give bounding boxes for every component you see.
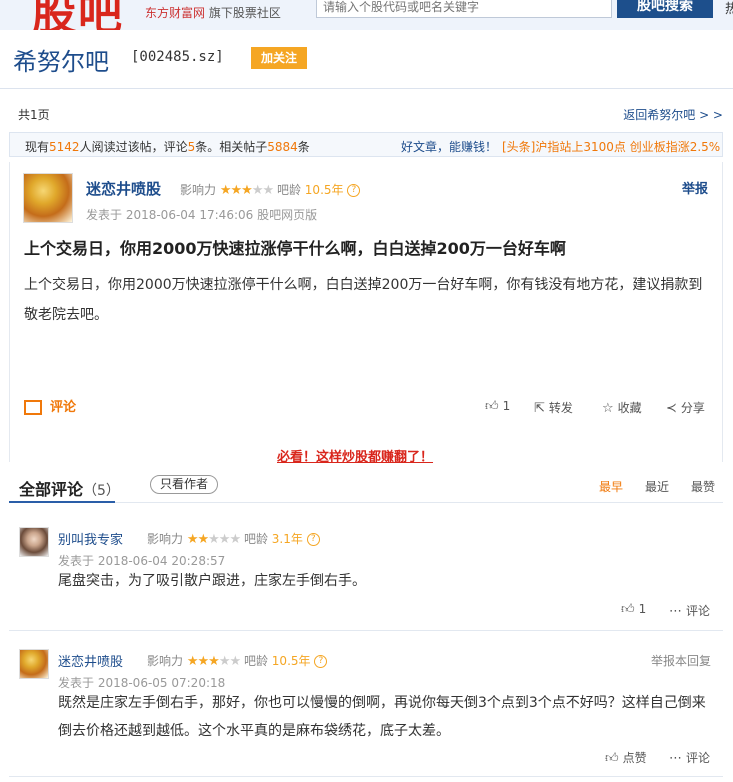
comment-author[interactable]: 别叫我专家: [58, 529, 123, 548]
comment-reply-button[interactable]: ⋯ 评论: [669, 749, 710, 766]
sort-earliest[interactable]: 最早: [599, 478, 623, 495]
age-label: 吧龄: [243, 532, 268, 546]
brand-sub: 旗下股票社区: [208, 6, 281, 20]
comments-tab-underline: [9, 501, 115, 503]
stock-code: [002485.sz]: [131, 49, 224, 65]
help-icon[interactable]: ?: [347, 184, 361, 197]
chat-icon: ⋯: [669, 751, 682, 766]
thumbs-up-icon: 👍︎: [605, 751, 619, 766]
influence-stars: ★★★★★: [219, 183, 274, 198]
headline-link[interactable]: [头条]沪指站上3100点 创业板指涨2.5%: [502, 138, 720, 155]
chat-icon: ⋯: [669, 604, 682, 619]
comment-text: 既然是庄家左手倒右手，那好，你也可以慢慢的倒啊，再说你每天倒3个点到3个点不好吗…: [58, 695, 706, 739]
favorite-label: 收藏: [617, 401, 642, 415]
top-bar: 股吧 东方财富网 旗下股票社区 股吧搜索 热: [0, 0, 733, 30]
age-label: 吧龄: [243, 654, 268, 668]
influence-label: 影响力: [147, 532, 184, 546]
search-button[interactable]: 股吧搜索: [617, 0, 713, 18]
comments-divider: [9, 502, 723, 503]
good-article-link[interactable]: 好文章，能赚钱！: [401, 138, 497, 155]
comment-reply-label: 评论: [686, 604, 711, 618]
comment-like-button[interactable]: 👍︎ 1: [621, 602, 646, 617]
stats-prefix: 现有: [25, 140, 50, 154]
promo-link[interactable]: 必看！这样炒股都赚翻了！: [277, 446, 433, 465]
report-link[interactable]: 举报: [682, 178, 708, 197]
comment-author[interactable]: 迷恋井喷股: [58, 651, 123, 670]
bar-age: 10.5年: [304, 183, 344, 197]
share-icon: ≺: [666, 401, 677, 416]
bar-age: 10.5年: [271, 654, 311, 668]
favorite-button[interactable]: ☆ 收藏: [602, 399, 642, 416]
search-input[interactable]: [316, 0, 612, 18]
post-author-stats: 影响力 ★★★★★ 吧龄 10.5年 ?: [180, 181, 361, 198]
related-count: 5884: [267, 140, 298, 154]
thumbs-up-icon: 👍︎: [621, 602, 635, 617]
brand-main[interactable]: 东方财富网: [145, 6, 205, 20]
only-author-button[interactable]: 只看作者: [150, 475, 218, 494]
header-divider: [0, 88, 733, 89]
post-title: 上个交易日，你用2000万快速拉涨停干什么啊，白白送掉200万一台好车啊: [24, 239, 566, 258]
post-author-line: 迷恋井喷股: [86, 178, 161, 199]
post-time: 发表于 2018-06-04 17:46:06 股吧网页版: [86, 208, 318, 222]
stats-mid1: 人阅读过该帖，评论: [79, 140, 188, 154]
forward-button[interactable]: ⇱ 转发: [534, 399, 573, 416]
follow-button[interactable]: 加关注: [251, 47, 307, 69]
sort-latest[interactable]: 最近: [645, 478, 669, 495]
post-author[interactable]: 迷恋井喷股: [86, 180, 161, 198]
stats-suffix: 条: [297, 140, 310, 154]
bar-age: 3.1年: [271, 532, 303, 546]
comment-label: 评论: [50, 400, 77, 415]
author-avatar[interactable]: [23, 173, 73, 223]
influence-stars: ★★★★★: [186, 654, 241, 669]
like-button[interactable]: 👍︎ 1: [485, 399, 510, 414]
comment-text: 尾盘突击，为了吸引散户跟进，庄家左手倒右手。: [58, 573, 366, 589]
stats-bar: 现有5142人阅读过该帖，评论5条。相关帖子5884条 好文章，能赚钱！ [头条…: [9, 132, 723, 157]
influence-stars: ★★★★★: [186, 532, 241, 547]
age-label: 吧龄: [276, 183, 301, 197]
all-comments-title: 全部评论（5）: [19, 476, 120, 500]
page-count: 共1页: [18, 108, 50, 122]
top-right-link[interactable]: 热: [725, 0, 733, 17]
forward-label: 转发: [548, 401, 573, 415]
share-label: 分享: [680, 401, 705, 415]
comment-divider: [9, 630, 723, 631]
like-count: 1: [502, 399, 511, 413]
comment-like-label: 点赞: [622, 751, 647, 765]
comment-reply-button[interactable]: ⋯ 评论: [669, 602, 710, 619]
comment-author-stats: 影响力 ★★★★★ 吧龄 3.1年 ?: [147, 530, 320, 547]
help-icon[interactable]: ?: [314, 655, 328, 668]
bar-name[interactable]: 希努尔吧: [13, 42, 109, 77]
comment-avatar[interactable]: [19, 527, 49, 557]
edit-icon: [24, 400, 42, 415]
sort-most-liked[interactable]: 最赞: [691, 478, 715, 495]
stats-mid2: 条。相关帖子: [195, 140, 268, 154]
comment-divider: [9, 776, 723, 777]
star-icon: ☆: [602, 401, 614, 416]
post-body: 上个交易日，你用2000万快速拉涨停干什么啊，白白送掉200万一台好车啊，你有钱…: [24, 277, 703, 323]
comment-reply-label: 评论: [686, 751, 711, 765]
comment-like-button[interactable]: 👍︎ 点赞: [605, 749, 647, 766]
back-to-bar-link[interactable]: 返回希努尔吧 > >: [623, 106, 723, 123]
report-reply-link[interactable]: 举报本回复: [651, 652, 711, 669]
comment-like-count: 1: [638, 602, 647, 616]
comment-author-stats: 影响力 ★★★★★ 吧龄 10.5年 ?: [147, 652, 328, 669]
forward-icon: ⇱: [534, 401, 545, 416]
thumbs-up-icon: 👍︎: [485, 399, 499, 414]
comment-avatar[interactable]: [19, 649, 49, 679]
all-comments-count: （5）: [83, 483, 120, 499]
guba-logo[interactable]: 股吧: [32, 0, 124, 30]
influence-label: 影响力: [147, 654, 184, 668]
comment-button[interactable]: 评论: [24, 396, 76, 415]
brand-text: 东方财富网 旗下股票社区: [145, 4, 281, 21]
stats-text: 现有5142人阅读过该帖，评论5条。相关帖子5884条: [25, 138, 310, 155]
all-comments-label: 全部评论: [19, 480, 84, 499]
share-button[interactable]: ≺ 分享: [666, 399, 705, 416]
influence-label: 影响力: [180, 183, 217, 197]
view-count: 5142: [49, 140, 80, 154]
help-icon[interactable]: ?: [306, 533, 320, 546]
